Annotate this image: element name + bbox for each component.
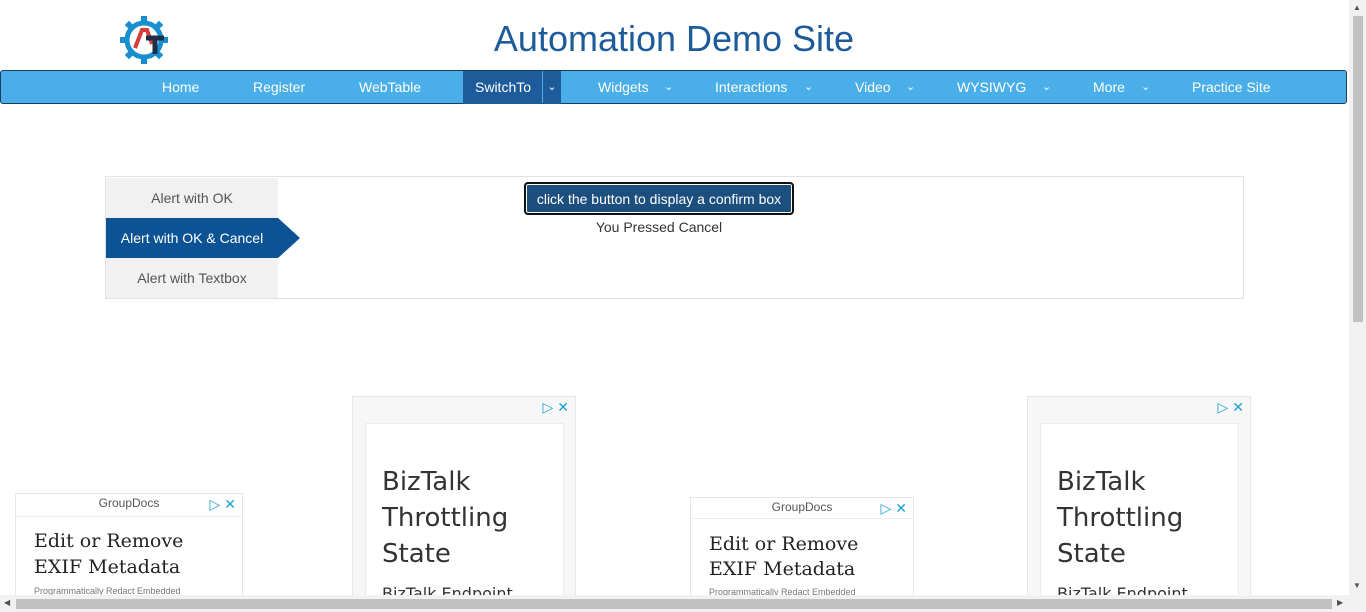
ad-biztalk-left[interactable]: ▷ ✕ BizTalk Throttling State BizTalk Endp…	[352, 396, 576, 606]
switchto-chevron-down-icon[interactable]: ⌄	[543, 71, 561, 104]
adchoices-icon[interactable]: ▷	[542, 399, 553, 415]
vertical-scrollbar[interactable]: ▲ ▼	[1349, 0, 1366, 612]
adchoices-icon[interactable]: ▷	[1217, 399, 1228, 415]
tab-alert-textbox[interactable]: Alert with Textbox	[106, 258, 278, 298]
main-navbar: Home Register WebTable SwitchTo ⌄ Widget…	[0, 70, 1347, 104]
nav-practice-site[interactable]: Practice Site	[1192, 71, 1271, 104]
widgets-chevron-down-icon[interactable]: ⌄	[664, 71, 673, 104]
scroll-up-icon[interactable]: ▲	[1353, 3, 1361, 12]
close-icon[interactable]: ✕	[895, 500, 907, 516]
more-chevron-down-icon[interactable]: ⌄	[1141, 71, 1150, 104]
adchoices-icon[interactable]: ▷	[880, 500, 891, 516]
nav-home[interactable]: Home	[162, 71, 199, 104]
close-icon[interactable]: ✕	[224, 496, 236, 512]
horizontal-scrollbar[interactable]: ◀ ▶	[0, 595, 1349, 612]
video-chevron-down-icon[interactable]: ⌄	[906, 71, 915, 104]
ad-title-line2: EXIF Metadata	[709, 558, 856, 580]
confirm-box-button[interactable]: click the button to display a confirm bo…	[524, 182, 794, 215]
ad-content: BizTalk Throttling State BizTalk Endpoin…	[1057, 464, 1188, 603]
ad-title-line3: State	[1057, 539, 1126, 569]
ad-title-line1: BizTalk	[382, 467, 471, 497]
scroll-right-icon[interactable]: ▶	[1337, 598, 1343, 607]
interactions-chevron-down-icon[interactable]: ⌄	[804, 71, 813, 104]
ad-title-line1: Edit or Remove	[709, 533, 859, 555]
tab-alert-ok-cancel[interactable]: Alert with OK & Cancel	[106, 218, 278, 258]
ad-card: BizTalk Throttling State BizTalk Endpoin…	[365, 423, 564, 605]
nav-interactions[interactable]: Interactions	[715, 71, 787, 104]
nav-video[interactable]: Video	[855, 71, 891, 104]
ad-title-line1: Edit or Remove	[34, 530, 184, 552]
ad-choices-icons[interactable]: ▷ ✕	[205, 496, 236, 513]
site-title: Automation Demo Site	[493, 18, 855, 59]
ad-biztalk-right[interactable]: ▷ ✕ BizTalk Throttling State BizTalk Endp…	[1027, 396, 1251, 606]
nav-wysiwyg[interactable]: WYSIWYG	[957, 71, 1026, 104]
ad-title-line3: State	[382, 539, 451, 569]
tab-alert-ok[interactable]: Alert with OK	[106, 178, 278, 218]
vertical-scroll-thumb[interactable]	[1353, 16, 1363, 322]
nav-webtable[interactable]: WebTable	[359, 71, 421, 104]
ad-choices-icons[interactable]: ▷ ✕	[538, 399, 569, 416]
ad-title-line2: Throttling	[382, 503, 509, 533]
nav-switchto[interactable]: SwitchTo	[463, 71, 543, 104]
ad-title-line1: BizTalk	[1057, 467, 1146, 497]
scroll-down-icon[interactable]: ▼	[1353, 581, 1361, 590]
ad-groupdocs-left[interactable]: GroupDocs ▷ ✕ Edit or Remove EXIF Metadat…	[15, 493, 243, 603]
nav-widgets[interactable]: Widgets	[598, 71, 649, 104]
nav-more[interactable]: More	[1093, 71, 1125, 104]
confirm-result-text: You Pressed Cancel	[595, 219, 723, 235]
active-tab-arrow	[278, 218, 300, 258]
ad-content: BizTalk Throttling State BizTalk Endpoin…	[382, 464, 513, 603]
adchoices-icon[interactable]: ▷	[209, 496, 220, 512]
ad-choices-icons[interactable]: ▷ ✕	[876, 500, 907, 517]
ad-card: BizTalk Throttling State BizTalk Endpoin…	[1040, 423, 1239, 605]
horizontal-scroll-thumb[interactable]	[16, 599, 1332, 609]
ad-choices-icons[interactable]: ▷ ✕	[1213, 399, 1244, 416]
ad-title-line2: Throttling	[1057, 503, 1184, 533]
nav-register[interactable]: Register	[253, 71, 305, 104]
close-icon[interactable]: ✕	[557, 399, 569, 415]
ad-groupdocs-center[interactable]: GroupDocs ▷ ✕ Edit or Remove EXIF Metadat…	[690, 497, 914, 603]
scroll-left-icon[interactable]: ◀	[4, 598, 10, 607]
wysiwyg-chevron-down-icon[interactable]: ⌄	[1042, 71, 1051, 104]
close-icon[interactable]: ✕	[1232, 399, 1244, 415]
ad-title-line2: EXIF Metadata	[34, 556, 181, 578]
